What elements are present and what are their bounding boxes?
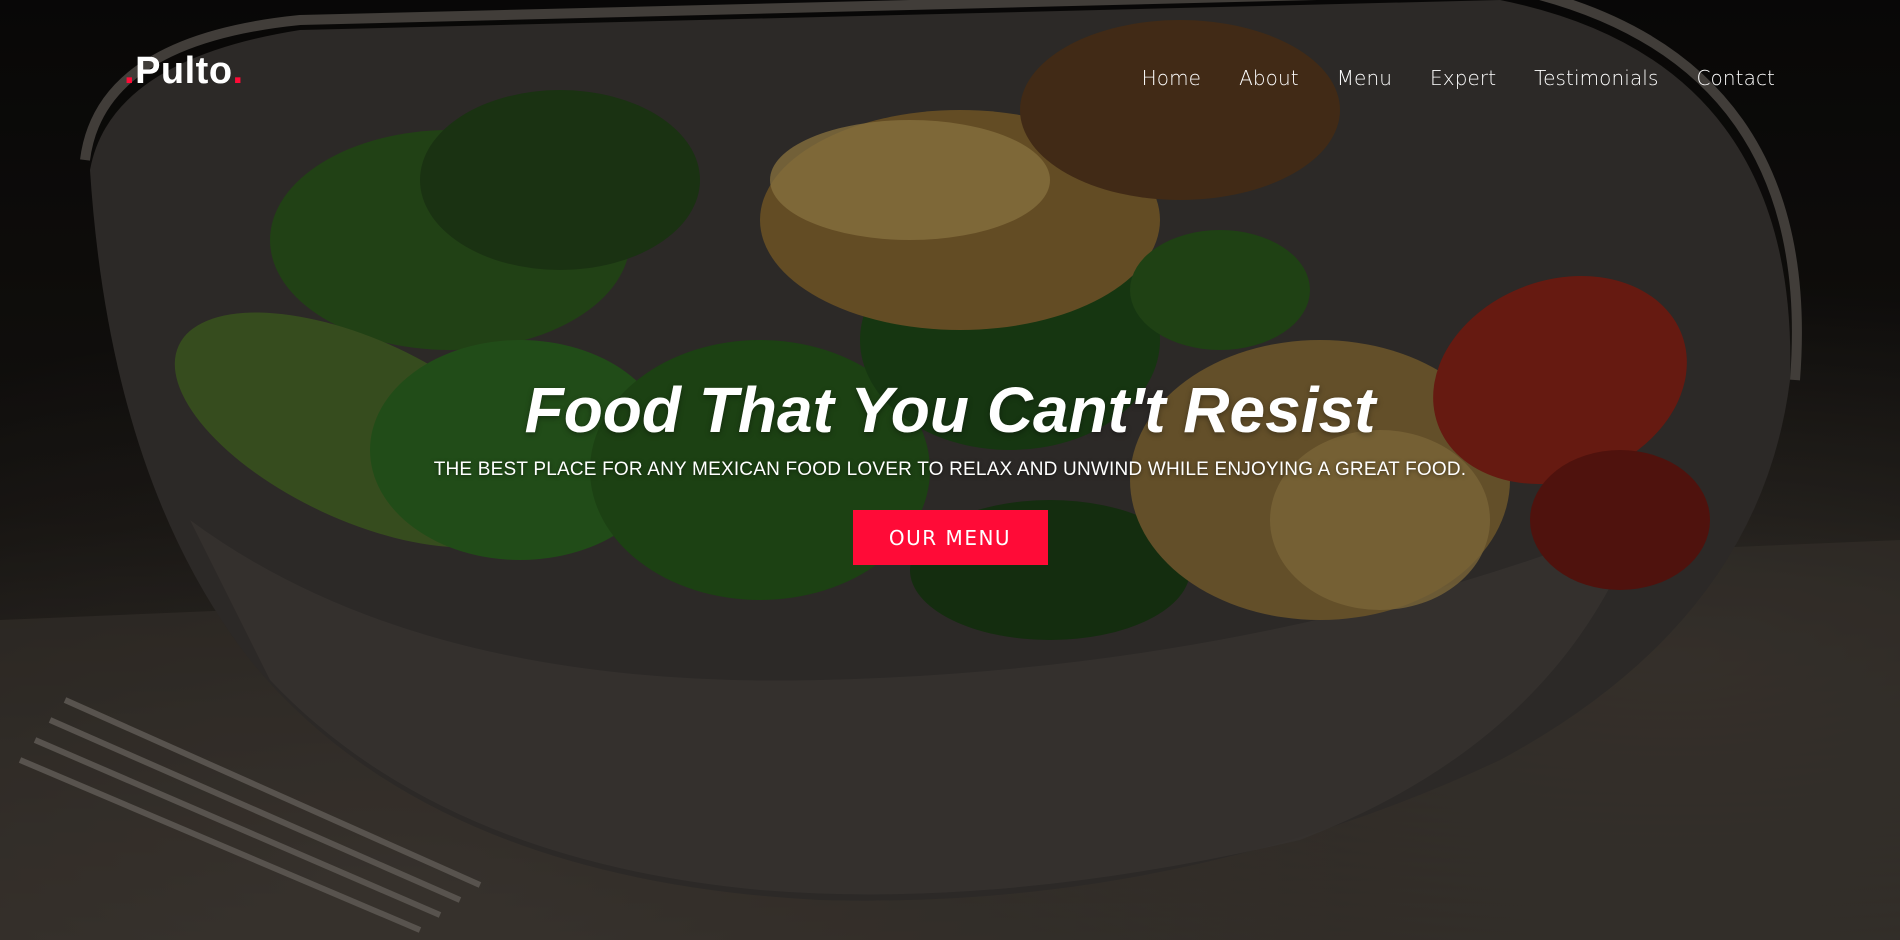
brand-logo-dot: .: [124, 50, 136, 92]
nav-item-menu[interactable]: Menu: [1337, 66, 1392, 90]
hero-section: .Pulto. Home About Menu Expert Testimoni…: [0, 0, 1900, 940]
nav-item-expert[interactable]: Expert: [1430, 66, 1496, 90]
our-menu-button[interactable]: OUR MENU: [852, 510, 1048, 566]
nav-item-contact[interactable]: Contact: [1696, 66, 1775, 90]
hero-title: Food That You Cant't Resist: [524, 374, 1376, 446]
hero-content: Food That You Cant't Resist THE BEST PLA…: [0, 374, 1900, 566]
nav-item-about[interactable]: About: [1239, 66, 1299, 90]
brand-logo-dot-end: .: [232, 50, 244, 92]
brand-logo[interactable]: .Pulto.: [124, 52, 244, 90]
nav-item-testimonials[interactable]: Testimonials: [1534, 66, 1658, 90]
main-nav: Home About Menu Expert Testimonials Cont…: [1142, 66, 1775, 90]
nav-item-home[interactable]: Home: [1142, 66, 1201, 90]
brand-logo-text: Pulto: [135, 50, 233, 92]
hero-subtitle: THE BEST PLACE FOR ANY MEXICAN FOOD LOVE…: [433, 459, 1467, 481]
